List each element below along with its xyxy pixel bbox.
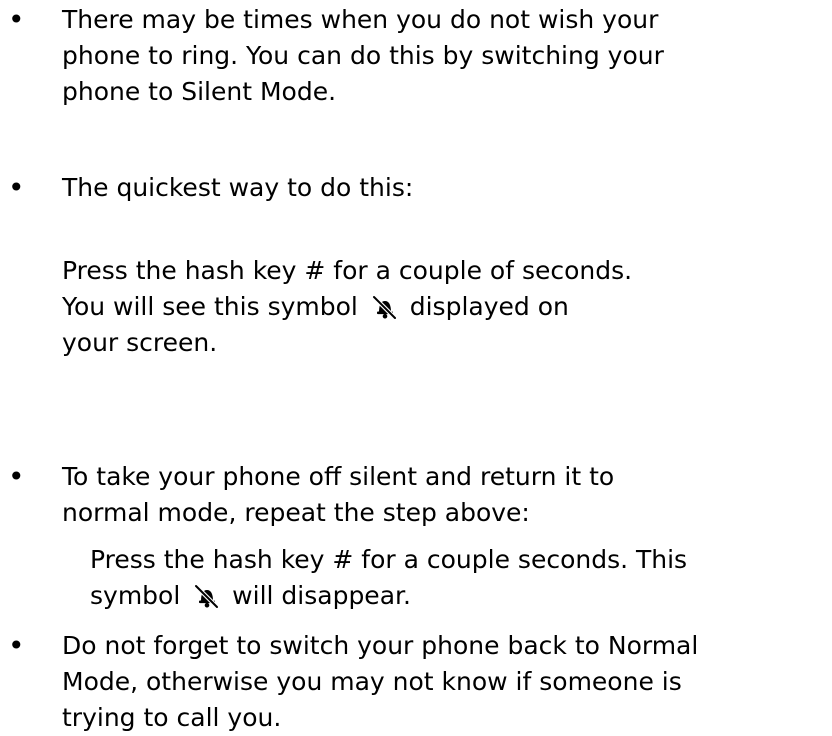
bullet-1: •	[8, 3, 25, 36]
step2-line-2-before: symbol	[90, 581, 189, 610]
step1-line-2-after: displayed on	[401, 292, 569, 321]
quickest-way-line: The quickest way to do this:	[62, 173, 414, 202]
reminder-line-1: Do not forget to switch your phone back …	[62, 631, 699, 660]
intro-line-1: There may be times when you do not wish …	[62, 5, 659, 34]
reminder-line-3: trying to call you.	[62, 703, 282, 732]
paragraph-reminder: Do not forget to switch your phone back …	[62, 628, 698, 736]
bullet-2: •	[8, 171, 25, 204]
bullet-3: •	[8, 460, 25, 493]
silent-mode-bell-muted-icon	[371, 294, 397, 320]
step1-line-1: Press the hash key # for a couple of sec…	[62, 256, 633, 285]
return-normal-line-2: normal mode, repeat the step above:	[62, 498, 530, 527]
paragraph-silent-mode-intro: There may be times when you do not wish …	[62, 2, 664, 110]
step2-line-1: Press the hash key # for a couple second…	[90, 545, 688, 574]
paragraph-quickest-way: The quickest way to do this:	[62, 170, 413, 206]
step-disable-silent: Press the hash key # for a couple second…	[90, 542, 687, 614]
instruction-page: • There may be times when you do not wis…	[0, 0, 832, 733]
step2-line-2-after: will disappear.	[224, 581, 411, 610]
step1-line-3: your screen.	[62, 328, 218, 357]
step1-line-2: You will see this symbol displayed on	[62, 289, 632, 325]
step2-line-2: symbol will disappear.	[90, 578, 687, 614]
intro-line-2: phone to ring. You can do this by switch…	[62, 41, 664, 70]
step-enable-silent: Press the hash key # for a couple of sec…	[62, 253, 632, 361]
paragraph-return-normal: To take your phone off silent and return…	[62, 459, 614, 531]
intro-line-3: phone to Silent Mode.	[62, 77, 337, 106]
step1-line-2-before: You will see this symbol	[62, 292, 366, 321]
return-normal-line-1: To take your phone off silent and return…	[62, 462, 615, 491]
silent-mode-bell-muted-icon	[194, 583, 220, 609]
bullet-4: •	[8, 629, 25, 662]
reminder-line-2: Mode, otherwise you may not know if some…	[62, 667, 682, 696]
